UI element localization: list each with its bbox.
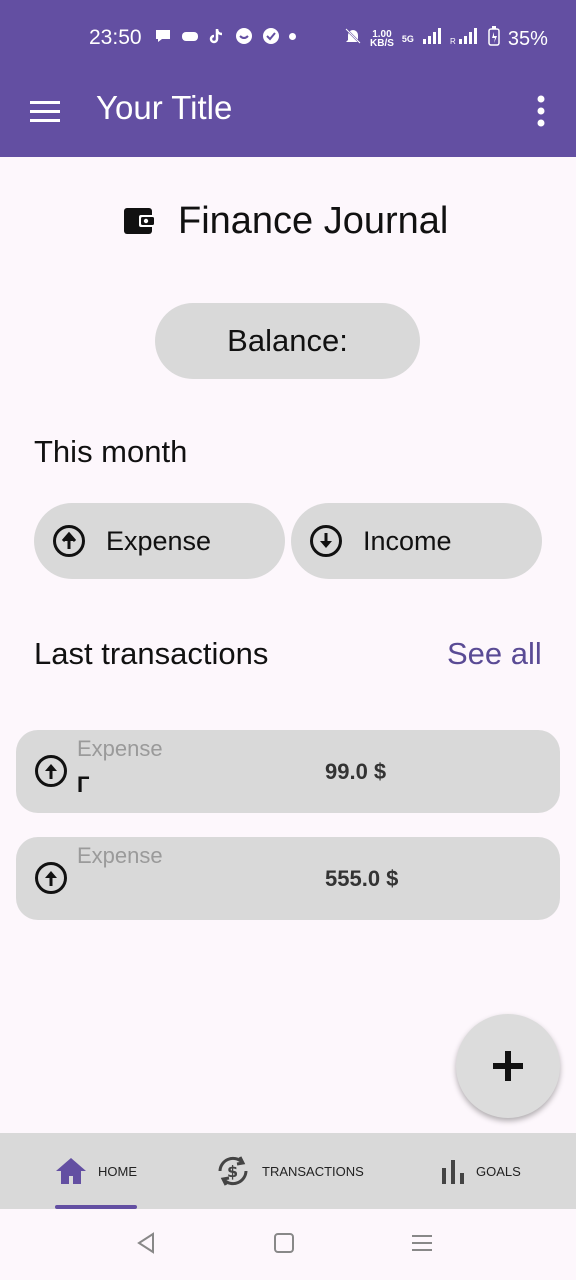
plus-icon xyxy=(493,1051,523,1081)
net-speed: 1.00 KB/S xyxy=(370,30,394,49)
transaction-description: Г xyxy=(77,772,90,797)
income-label: Income xyxy=(363,525,452,556)
balance-label: Balance: xyxy=(227,323,348,358)
battery-icon xyxy=(488,26,500,52)
smile-app-icon xyxy=(235,27,253,45)
transaction-row[interactable]: Expense 555.0 $ xyxy=(16,837,560,920)
nav-home-label: HOME xyxy=(98,1163,137,1179)
signal-icon-2: R xyxy=(450,27,480,51)
hamburger-menu-icon xyxy=(30,101,60,122)
svg-text:$: $ xyxy=(227,1162,238,1181)
status-right: 1.00 KB/S 5G R 35% xyxy=(344,26,548,52)
currency-exchange-icon: $ xyxy=(218,1156,248,1186)
expense-summary-button[interactable]: Expense xyxy=(34,503,285,579)
app-header: Finance Journal xyxy=(118,194,460,248)
system-navigation-bar xyxy=(0,1209,576,1280)
transaction-amount: 99.0 $ xyxy=(325,759,387,784)
see-all-link[interactable]: See all xyxy=(447,636,542,672)
mute-bell-icon xyxy=(344,27,362,51)
back-button[interactable] xyxy=(136,1231,156,1260)
this-month-title: This month xyxy=(34,434,188,469)
recents-button[interactable] xyxy=(411,1231,433,1260)
net-speed-unit: KB/S xyxy=(370,38,394,49)
more-notifications-dot xyxy=(289,33,296,40)
arrow-up-circle-icon xyxy=(35,755,67,787)
square-home-icon xyxy=(274,1233,294,1253)
home-nav-button[interactable] xyxy=(273,1231,295,1260)
nav-item-goals[interactable]: GOALS xyxy=(440,1133,521,1209)
arrow-up-circle-icon xyxy=(53,525,85,557)
app-bar-title: Your Title xyxy=(96,89,233,126)
expense-label: Expense xyxy=(106,525,212,556)
recents-menu-icon xyxy=(412,1235,432,1251)
wallet-icon xyxy=(124,208,154,234)
network-type: 5G xyxy=(401,34,414,44)
bar-chart-icon xyxy=(442,1160,464,1184)
balance-card[interactable]: Balance: xyxy=(155,303,420,379)
svg-text:R: R xyxy=(450,37,456,45)
menu-button[interactable] xyxy=(28,94,64,130)
more-vertical-icon xyxy=(537,95,545,127)
back-triangle-icon xyxy=(137,1232,154,1254)
arrow-up-circle-icon xyxy=(35,862,67,894)
status-bar: 23:50 1.00 KB/S 5G R 35% xyxy=(0,0,576,74)
nav-item-transactions[interactable]: $ TRANSACTIONS xyxy=(214,1133,364,1209)
status-time: 23:50 xyxy=(89,26,142,49)
notification-icons xyxy=(154,27,296,45)
transaction-amount: 555.0 $ xyxy=(325,866,399,891)
nav-goals-label: GOALS xyxy=(476,1163,521,1179)
app-bar: Your Title xyxy=(0,74,576,157)
nav-item-home[interactable]: HOME xyxy=(54,1133,137,1209)
tiktok-icon xyxy=(208,27,226,45)
home-icon xyxy=(56,1158,86,1184)
signal-icon xyxy=(422,27,442,51)
income-summary-button[interactable]: Income xyxy=(291,503,542,579)
bottom-navigation: HOME $ TRANSACTIONS GOALS xyxy=(0,1133,576,1209)
add-transaction-button[interactable] xyxy=(456,1014,560,1118)
overflow-menu-button[interactable] xyxy=(530,92,552,132)
page-title: Finance Journal xyxy=(178,199,449,242)
arrow-down-circle-icon xyxy=(310,525,342,557)
last-transactions-title: Last transactions xyxy=(34,636,269,671)
transaction-row[interactable]: Expense Г 99.0 $ xyxy=(16,730,560,813)
chat-bubble-icon xyxy=(154,27,172,45)
game-controller-icon xyxy=(181,27,199,45)
transaction-type: Expense xyxy=(77,843,163,868)
nav-transactions-label: TRANSACTIONS xyxy=(262,1163,364,1179)
check-app-icon xyxy=(262,27,280,45)
transaction-type: Expense xyxy=(77,736,163,761)
battery-percent: 35% xyxy=(507,27,548,50)
